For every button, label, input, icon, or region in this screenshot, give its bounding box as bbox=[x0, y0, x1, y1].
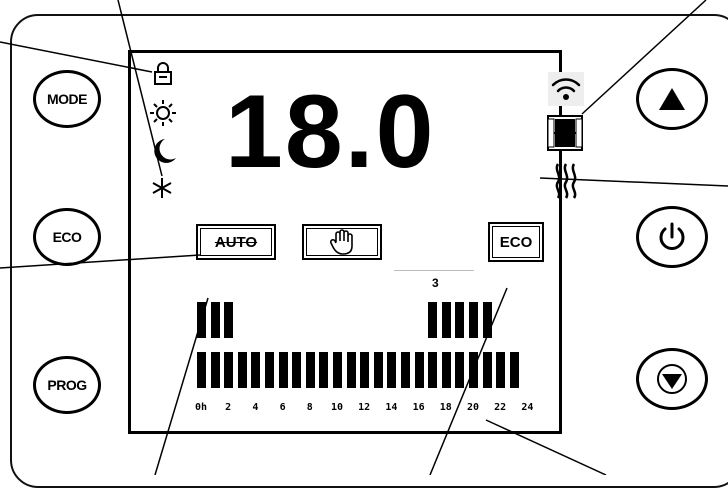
program-bar-bottom bbox=[482, 352, 492, 388]
hour-label: 22 bbox=[494, 402, 507, 413]
program-bar-bottom bbox=[319, 352, 329, 388]
program-bar-bottom bbox=[441, 352, 451, 388]
hour-label: 24 bbox=[521, 402, 534, 413]
hour-label: 4 bbox=[252, 402, 259, 413]
program-bar-bottom bbox=[387, 352, 397, 388]
program-bar-bottom bbox=[360, 352, 370, 388]
mode-button-label: MODE bbox=[47, 91, 88, 107]
program-bar-bottom bbox=[278, 352, 288, 388]
program-bar-top bbox=[441, 302, 451, 338]
hour-label: 14 bbox=[385, 402, 398, 413]
program-bar-top bbox=[428, 302, 438, 338]
eco-mode-indicator: ECO bbox=[488, 222, 544, 262]
manual-mode-indicator bbox=[302, 224, 382, 260]
program-bar-top bbox=[210, 302, 220, 338]
eco-button-label: ECO bbox=[52, 229, 82, 245]
hour-label: 2 bbox=[225, 402, 232, 413]
program-bar-bottom bbox=[414, 352, 424, 388]
moon-icon bbox=[154, 139, 176, 163]
hour-label: 18 bbox=[439, 402, 452, 413]
auto-mode-indicator: AUTO bbox=[196, 224, 276, 260]
program-bar-bottom bbox=[305, 352, 315, 388]
window-icon bbox=[547, 115, 583, 151]
sun-icon bbox=[150, 100, 176, 126]
program-bar-bottom bbox=[469, 352, 478, 388]
program-bar-top bbox=[455, 302, 465, 338]
program-bar-bottom bbox=[428, 352, 438, 388]
program-bar-bottom bbox=[210, 352, 220, 388]
up-button[interactable] bbox=[636, 68, 708, 130]
program-bar-bottom bbox=[237, 352, 247, 388]
prog-button[interactable]: PROG bbox=[33, 356, 101, 414]
snowflake-icon bbox=[152, 178, 172, 198]
program-bar-bottom bbox=[455, 352, 465, 388]
program-bar-top bbox=[482, 302, 492, 338]
program-bar-bottom bbox=[496, 352, 506, 388]
program-bar-top bbox=[469, 302, 478, 338]
hour-label: 0h bbox=[194, 402, 208, 413]
selection-line bbox=[394, 270, 474, 271]
hour-label: 6 bbox=[279, 402, 286, 413]
program-bar-top bbox=[197, 302, 206, 338]
hour-label: 8 bbox=[306, 402, 313, 413]
down-arrow-icon bbox=[657, 364, 687, 394]
hour-label: 20 bbox=[466, 402, 480, 413]
program-bar-bottom bbox=[373, 352, 383, 388]
eco-mode-label: ECO bbox=[499, 233, 533, 251]
power-button[interactable] bbox=[636, 206, 708, 268]
mode-button[interactable]: MODE bbox=[33, 70, 101, 128]
hand-icon bbox=[330, 229, 353, 255]
eco-button[interactable]: ECO bbox=[33, 208, 101, 266]
program-bar-bottom bbox=[224, 352, 234, 388]
program-bar-bottom bbox=[509, 352, 519, 388]
wifi-icon bbox=[548, 72, 584, 106]
temperature-readout: 18.0 bbox=[225, 74, 436, 190]
up-arrow-icon bbox=[659, 88, 685, 110]
power-icon bbox=[659, 222, 685, 250]
program-bar-bottom bbox=[401, 352, 410, 388]
program-bar-bottom bbox=[197, 352, 206, 388]
program-bar-bottom bbox=[346, 352, 356, 388]
auto-mode-label: AUTO bbox=[214, 233, 258, 251]
program-bar-bottom bbox=[265, 352, 274, 388]
program-bar-bottom bbox=[333, 352, 342, 388]
heat-icon bbox=[555, 163, 577, 199]
lock-icon bbox=[154, 62, 172, 85]
hour-label: 10 bbox=[330, 402, 344, 413]
selected-hour-marker: 3 bbox=[432, 276, 439, 290]
prog-button-label: PROG bbox=[47, 377, 87, 393]
program-bar-bottom bbox=[251, 352, 261, 388]
hour-label: 16 bbox=[412, 402, 425, 413]
program-bar-bottom bbox=[292, 352, 302, 388]
program-bar-top bbox=[224, 302, 234, 338]
down-button[interactable] bbox=[636, 348, 708, 410]
hour-label: 12 bbox=[358, 402, 371, 413]
